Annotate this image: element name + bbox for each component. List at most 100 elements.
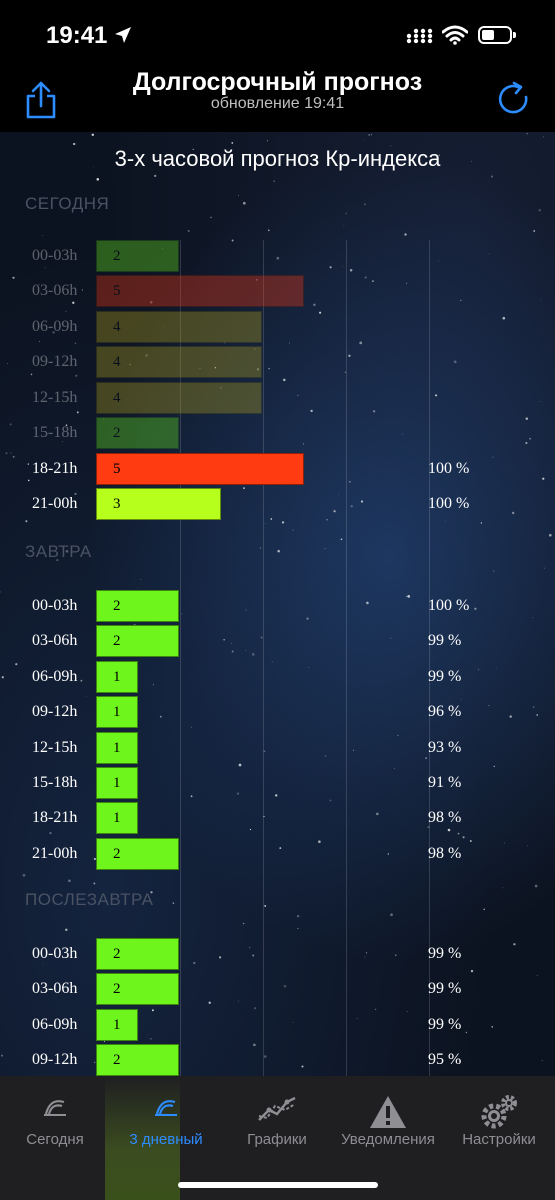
probability-value: 99 % (428, 945, 462, 962)
kp-value: 2 (113, 846, 121, 862)
probability-value: 91 % (428, 774, 462, 791)
row-time-label: 00-03h (32, 247, 78, 264)
kp-value: 5 (113, 461, 121, 477)
kp-bar: 1 (96, 802, 138, 834)
kp-bar: 2 (96, 625, 179, 657)
row-time-label: 09-12h (32, 1051, 78, 1068)
probability-value: 99 % (428, 980, 462, 997)
probability-value: 100 % (428, 597, 470, 614)
kp-value: 4 (113, 319, 121, 335)
row-time-label: 18-21h (32, 460, 78, 477)
row-time-label: 00-03h (32, 597, 78, 614)
kp-bar: 2 (96, 417, 179, 449)
chart-icon (258, 1096, 296, 1121)
kp-value: 2 (113, 248, 121, 264)
kp-bar: 2 (96, 240, 179, 272)
kp-bar: 2 (96, 590, 179, 622)
update-time: обновление 19:41 (210, 95, 345, 112)
chart-title: 3-х часовой прогноз Кр-индекса (114, 146, 441, 171)
tab-today[interactable]: Сегодня (10, 1076, 100, 1166)
aurora-icon (44, 1100, 66, 1116)
tab-label: Графики (247, 1131, 307, 1148)
tab-label: 3 дневный (129, 1131, 203, 1148)
probability-value: 98 % (428, 845, 462, 862)
probability-value: 96 % (428, 703, 462, 720)
row-time-label: 06-09h (32, 318, 78, 335)
battery-icon (478, 26, 516, 44)
kp-bar: 1 (96, 732, 138, 764)
kp-value: 4 (113, 354, 121, 370)
kp-value: 2 (113, 598, 121, 614)
kp-value: 2 (113, 633, 121, 649)
row-time-label: 06-09h (32, 1016, 78, 1033)
refresh-icon (498, 81, 528, 114)
kp-bar: 1 (96, 1009, 138, 1041)
tab-charts[interactable]: Графики (236, 1076, 318, 1166)
row-time-label: 21-00h (32, 495, 78, 512)
section-header-after-tomorrow: ПОСЛЕЗАВТРА (25, 890, 154, 909)
row-time-label: 12-15h (32, 739, 78, 756)
grid-line (346, 240, 347, 1076)
probability-value: 99 % (428, 632, 462, 649)
location-arrow-icon (115, 27, 131, 43)
kp-bar: 4 (96, 346, 262, 378)
kp-value: 1 (113, 775, 121, 791)
cellular-signal-icon (406, 28, 433, 44)
kp-bar: 2 (96, 838, 179, 870)
row-time-label: 12-15h (32, 389, 78, 406)
tab-notifications[interactable]: Уведомления (334, 1076, 442, 1166)
kp-value: 1 (113, 669, 121, 685)
kp-bar: 4 (96, 382, 262, 414)
row-time-label: 00-03h (32, 945, 78, 962)
row-time-label: 15-18h (32, 774, 78, 791)
tab-settings[interactable]: Настройки (454, 1076, 544, 1166)
row-time-label: 06-09h (32, 668, 78, 685)
row-time-label: 03-06h (32, 980, 78, 997)
row-time-label: 15-18h (32, 424, 78, 441)
kp-bar: 5 (96, 275, 304, 307)
tab-label: Уведомления (341, 1131, 435, 1148)
kp-bar: 2 (96, 973, 179, 1005)
kp-value: 2 (113, 1052, 121, 1068)
kp-value: 1 (113, 1017, 121, 1033)
kp-bar: 2 (96, 1044, 179, 1076)
row-time-label: 18-21h (32, 809, 78, 826)
tab-3-day[interactable]: 3 дневный (115, 1076, 217, 1166)
grid-line (263, 240, 264, 1076)
kp-value: 1 (113, 704, 121, 720)
probability-value: 95 % (428, 1051, 462, 1068)
navigation-header: Долгосрочный прогноз обновление 19:41 (0, 60, 555, 132)
status-time: 19:41 (46, 22, 108, 49)
row-time-label: 09-12h (32, 353, 78, 370)
kp-bar: 2 (96, 938, 179, 970)
kp-bar: 4 (96, 311, 262, 343)
probability-value: 98 % (428, 809, 462, 826)
starfield-background (0, 133, 552, 1076)
probability-value: 99 % (428, 1016, 462, 1033)
section-header-tomorrow: ЗАВТРА (25, 542, 92, 561)
forecast-content[interactable]: 3-х часовой прогноз Кр-индекса СЕГОДНЯ З… (0, 132, 555, 1076)
warning-icon (370, 1096, 406, 1128)
wifi-icon (442, 25, 468, 45)
page-title: Долгосрочный прогноз (132, 68, 423, 96)
kp-value: 4 (113, 390, 121, 406)
tab-label: Сегодня (26, 1131, 84, 1148)
home-indicator (178, 1182, 378, 1188)
kp-value: 3 (113, 496, 121, 512)
kp-value: 1 (113, 740, 121, 756)
row-time-label: 03-06h (32, 632, 78, 649)
probability-value: 100 % (428, 460, 470, 477)
kp-bar: 5 (96, 453, 304, 485)
kp-value: 2 (113, 425, 121, 441)
kp-value: 2 (113, 946, 121, 962)
refresh-button[interactable] (496, 80, 532, 118)
gears-icon (481, 1095, 517, 1129)
aurora-icon (155, 1100, 177, 1116)
kp-value: 5 (113, 283, 121, 299)
probability-value: 100 % (428, 495, 470, 512)
row-time-label: 09-12h (32, 703, 78, 720)
kp-bar: 1 (96, 661, 138, 693)
probability-value: 93 % (428, 739, 462, 756)
section-header-today: СЕГОДНЯ (25, 194, 110, 213)
row-time-label: 03-06h (32, 282, 78, 299)
